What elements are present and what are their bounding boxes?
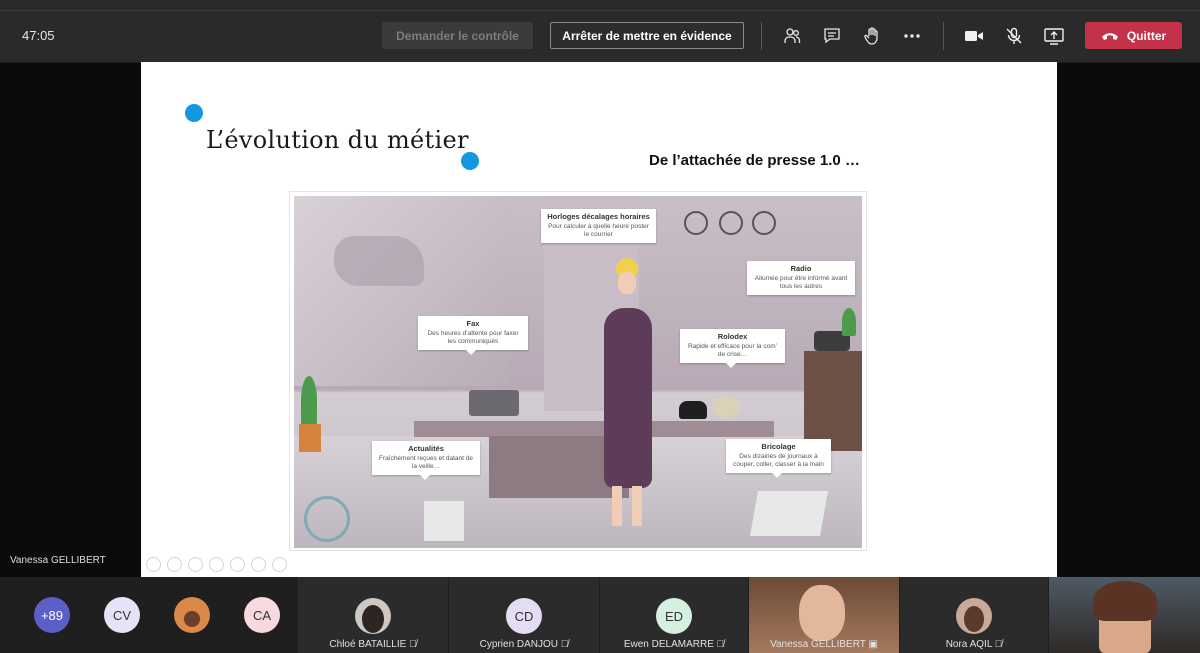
share-screen-icon[interactable]	[1042, 24, 1066, 48]
leave-meeting-button[interactable]: Quitter	[1085, 22, 1182, 49]
participant-name: Ewen DELAMARRE 🎙̸	[623, 639, 725, 650]
callout-text: Pour calculer à quelle heure poster le c…	[548, 223, 649, 238]
slide-navigation-controls	[146, 557, 287, 572]
callout-title: Rolodex	[717, 332, 748, 341]
clock-icon	[752, 211, 776, 235]
participant-tile[interactable]: ED Ewen DELAMARRE 🎙̸	[600, 577, 748, 653]
callout-radio: Radio Allumée pour être informé avant to…	[747, 261, 855, 295]
hang-up-icon	[1101, 32, 1118, 40]
participant-name: Nora AQIL 🎙̸	[945, 639, 1003, 650]
callout-title: Actualités	[408, 444, 444, 453]
slide-subtitle: De l’attachée de presse 1.0 …	[649, 152, 860, 169]
toolbar-divider	[0, 10, 1200, 11]
participant-tile[interactable]: Nora AQIL 🎙̸	[900, 577, 1048, 653]
slides-overview-icon[interactable]	[209, 557, 224, 572]
participant-name: Cyprien DANJOU 🎙̸	[479, 639, 569, 650]
more-options-icon[interactable]	[272, 557, 287, 572]
meeting-timer: 47:05	[22, 28, 55, 43]
participants-strip: +89 CV CA Chloé BATAILLIE 🎙̸ CD Cyprien …	[0, 577, 1200, 653]
participant-tile[interactable]: CD Cyprien DANJOU 🎙̸	[449, 577, 599, 653]
callout-text: Fraîchement reçues et datant de la veill…	[379, 455, 473, 470]
fan	[304, 496, 350, 542]
avatar	[355, 598, 391, 634]
world-map	[334, 236, 424, 286]
hair	[1093, 581, 1157, 621]
avatar	[956, 598, 992, 634]
chat-icon[interactable]	[820, 24, 844, 48]
slide-title: L’évolution du métier	[206, 126, 469, 154]
presenter-icon: ▣	[868, 639, 878, 650]
clock-icon	[719, 211, 743, 235]
callout-text: Des dizaines de journaux à couper, colle…	[733, 453, 824, 468]
decorative-dot	[461, 152, 479, 170]
toolbar-separator	[943, 22, 944, 50]
mic-muted-icon: 🎙̸	[994, 639, 1003, 650]
pen-icon[interactable]	[188, 557, 203, 572]
subtitles-icon[interactable]	[251, 557, 266, 572]
mic-muted-icon: 🎙̸	[409, 639, 417, 650]
participant-name: Vanessa GELLIBERT ▣	[770, 639, 878, 650]
mic-muted-icon[interactable]	[1002, 24, 1026, 48]
decorative-dot	[185, 104, 203, 122]
avatar: CD	[506, 598, 542, 634]
callout-rolodex: Rolodex Rapide et efficace pour la com’ …	[680, 329, 785, 368]
woman-figure	[594, 258, 664, 528]
callout-actualites: Actualités Fraîchement reçues et datant …	[372, 441, 480, 480]
callout-title: Bricolage	[761, 442, 796, 451]
participant-name: Chloé BATAILLIE 🎙̸	[329, 639, 417, 650]
callout-text: Des heures d’attente pour faxer les comm…	[427, 330, 519, 345]
participants-icon[interactable]	[780, 24, 804, 48]
participant-avatar[interactable]: CV	[104, 597, 140, 633]
participant-video-tile[interactable]: Vanessa GELLIBERT ▣	[749, 577, 899, 653]
self-video-tile[interactable]	[1049, 577, 1200, 653]
mic-muted-icon: 🎙̸	[560, 639, 569, 650]
newspaper-stack-right	[750, 491, 828, 536]
previous-slide-icon[interactable]	[146, 557, 161, 572]
callout-bricolage: Bricolage Des dizaines de journaux à cou…	[726, 439, 831, 478]
camera-icon[interactable]	[962, 24, 986, 48]
office-illustration: Horloges décalages horaires Pour calcule…	[294, 196, 862, 548]
plant-right	[842, 308, 856, 336]
meeting-toolbar: 47:05 Demander le contrôle Arrêter de me…	[0, 0, 1200, 63]
plant-left	[296, 376, 322, 456]
callout-title: Fax	[466, 319, 480, 328]
shared-slide: L’évolution du métier De l’attachée de p…	[141, 62, 1057, 577]
raise-hand-icon[interactable]	[860, 24, 884, 48]
participant-avatar[interactable]	[174, 597, 210, 633]
clock-icon	[684, 211, 708, 235]
next-slide-icon[interactable]	[167, 557, 182, 572]
participant-video	[799, 585, 845, 641]
window-panel	[294, 196, 509, 386]
mic-muted-icon: 🎙̸	[716, 639, 725, 650]
participant-tile[interactable]: Chloé BATAILLIE 🎙̸	[298, 577, 448, 653]
callout-title: Radio	[790, 264, 812, 273]
callout-text: Allumée pour être informé avant tous les…	[754, 275, 848, 290]
callout-fax: Fax Des heures d’attente pour faxer les …	[418, 316, 528, 355]
participant-avatar[interactable]: CA	[244, 597, 280, 633]
more-icon[interactable]	[900, 24, 924, 48]
rolodex	[712, 396, 740, 418]
overflow-participants-button[interactable]: +89	[34, 597, 70, 633]
callout-horloges: Horloges décalages horaires Pour calcule…	[541, 209, 656, 243]
toolbar-separator	[761, 22, 762, 50]
cabinet-right	[804, 351, 862, 451]
request-control-button[interactable]: Demander le contrôle	[382, 22, 533, 49]
callout-title: Horloges décalages horaires	[547, 212, 650, 221]
stop-spotlight-button[interactable]: Arrêter de mettre en évidence	[550, 22, 744, 49]
avatar: ED	[656, 598, 692, 634]
presenter-name: Vanessa GELLIBERT	[10, 555, 106, 566]
newspaper-stack-left	[424, 501, 464, 541]
zoom-icon[interactable]	[230, 557, 245, 572]
leave-meeting-label: Quitter	[1126, 28, 1167, 43]
callout-text: Rapide et efficace pour la com’ de crise…	[687, 343, 778, 358]
telephone	[679, 401, 707, 419]
fax-machine	[469, 390, 519, 416]
